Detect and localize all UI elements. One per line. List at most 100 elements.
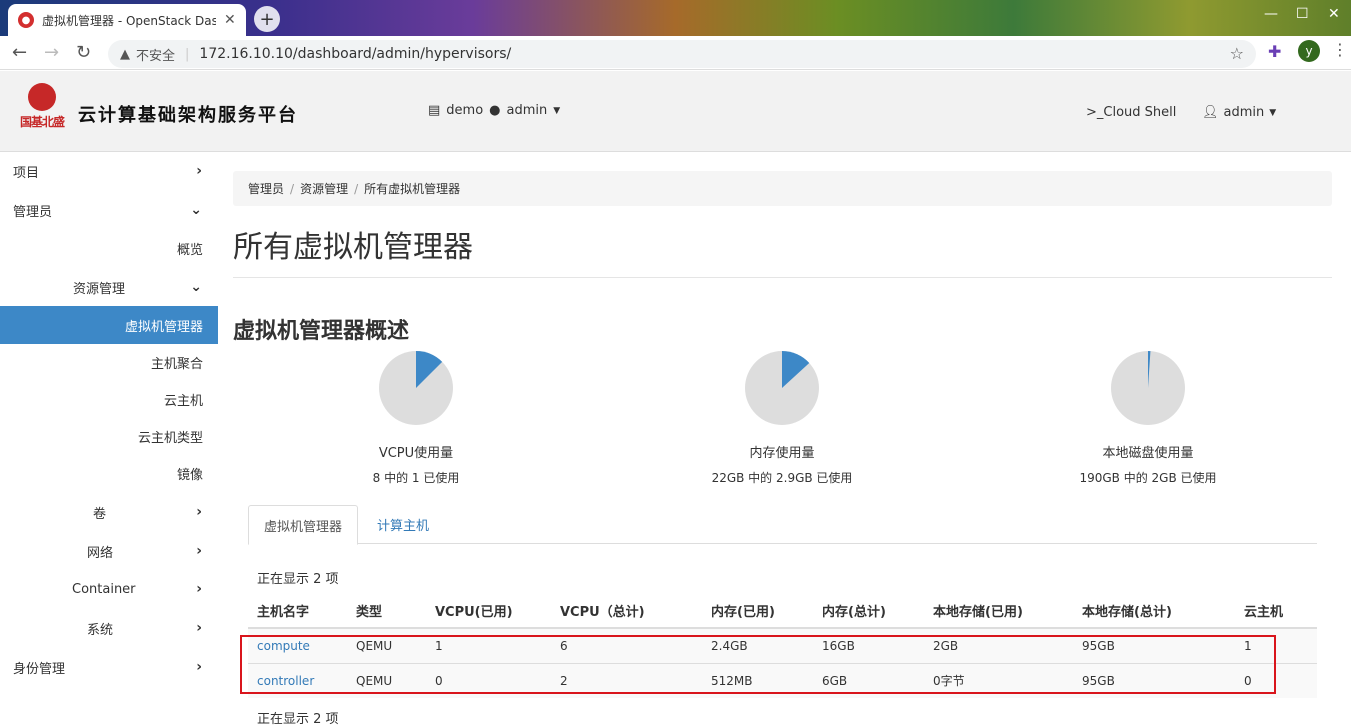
sidebar-item-instances[interactable]: 云主机 xyxy=(0,380,218,418)
breadcrumb-admin[interactable]: 管理员 xyxy=(248,180,284,197)
breadcrumb-separator: / xyxy=(290,181,295,196)
sidebar-item-network[interactable]: 网络 › xyxy=(0,532,218,570)
forward-arrow-icon[interactable]: → xyxy=(44,42,59,63)
disk-pie xyxy=(1111,351,1185,425)
browser-tab-title: 虚拟机管理器 - OpenStack Dashboard xyxy=(42,13,216,28)
security-label[interactable]: 不安全 xyxy=(136,45,175,64)
app-header: 国基北盛 云计算基础架构服务平台 ▤ demo ● admin ▼ >_Clou… xyxy=(0,71,1351,152)
title-divider xyxy=(233,277,1332,278)
pie-label: 本地磁盘使用量 xyxy=(1102,446,1194,461)
sidebar-item-volumes[interactable]: 卷 › xyxy=(0,493,218,531)
chevron-right-icon: › xyxy=(196,163,202,179)
warning-icon[interactable]: ▲ xyxy=(120,47,130,62)
address-bar: ← → ↻ ▲ 不安全 | 172.16.10.10/dashboard/adm… xyxy=(0,36,1351,70)
item-count-top: 正在显示 2 项 xyxy=(257,572,339,587)
url-field[interactable]: ▲ 不安全 | 172.16.10.10/dashboard/admin/hyp… xyxy=(108,40,1256,68)
sidebar-item-label: 项目 xyxy=(13,165,40,181)
sidebar-item-host-aggregates[interactable]: 主机聚合 xyxy=(0,343,218,381)
sidebar-item-identity[interactable]: 身份管理 › xyxy=(0,648,218,686)
column-header[interactable]: 主机名字 xyxy=(248,593,347,629)
column-header[interactable]: 内存(已用) xyxy=(702,593,813,629)
url-text[interactable]: 172.16.10.10/dashboard/admin/hypervisors… xyxy=(199,46,511,62)
caret-down-icon: ▼ xyxy=(1269,107,1277,118)
close-icon[interactable]: ✕ xyxy=(224,12,236,28)
breadcrumb: 管理员 / 资源管理 / 所有虚拟机管理器 xyxy=(233,171,1332,206)
sidebar-item-label: 资源管理 xyxy=(73,281,126,297)
project-switcher[interactable]: ▤ demo ● admin ▼ xyxy=(428,103,560,118)
region-dot-icon: ● xyxy=(489,103,501,118)
caret-down-icon: ▼ xyxy=(553,105,561,116)
sidebar-item-images[interactable]: 镜像 xyxy=(0,454,218,492)
profile-avatar[interactable]: y xyxy=(1298,40,1320,62)
breadcrumb-resource-management[interactable]: 资源管理 xyxy=(300,180,348,197)
new-tab-button[interactable]: + xyxy=(254,6,280,32)
tab-hypervisors[interactable]: 虚拟机管理器 xyxy=(248,505,359,545)
column-header[interactable]: VCPU(已用) xyxy=(426,593,551,629)
chevron-right-icon: › xyxy=(196,620,202,636)
column-header[interactable]: 云主机 xyxy=(1235,593,1317,629)
breadcrumb-current: 所有虚拟机管理器 xyxy=(364,182,461,196)
memory-usage-chart: 内存使用量 22GB 中的 2.9GB 已使用 xyxy=(672,350,892,486)
tab-compute-hosts[interactable]: 计算主机 xyxy=(362,505,444,544)
sidebar-item-container[interactable]: Container › xyxy=(0,570,218,608)
sidebar-item-label: 身份管理 xyxy=(13,661,66,677)
region-name: admin xyxy=(506,103,548,118)
chevron-down-icon: ⌄ xyxy=(190,279,202,295)
sidebar-item-label: 镜像 xyxy=(176,467,203,483)
omnibox-divider: | xyxy=(185,46,190,62)
sidebar-item-flavors[interactable]: 云主机类型 xyxy=(0,417,218,455)
sidebar-item-resource-management[interactable]: 资源管理 ⌄ xyxy=(0,268,218,306)
sidebar-item-overview[interactable]: 概览 xyxy=(0,229,218,267)
sidebar-item-label: 虚拟机管理器 xyxy=(124,319,203,335)
logo-emblem-icon xyxy=(28,83,56,111)
disk-usage-chart: 本地磁盘使用量 190GB 中的 2GB 已使用 xyxy=(1038,350,1258,486)
pie-label: 内存使用量 xyxy=(749,446,815,461)
chevron-right-icon: › xyxy=(196,581,202,597)
pie-detail: 22GB 中的 2.9GB 已使用 xyxy=(711,471,853,485)
cloud-shell-button[interactable]: >_Cloud Shell xyxy=(1086,105,1176,120)
column-header[interactable]: 内存(总计) xyxy=(813,593,924,629)
chevron-right-icon: › xyxy=(196,659,202,675)
user-menu[interactable]: 👤︎ admin ▼ xyxy=(1202,105,1276,120)
sidebar-item-label: 云主机类型 xyxy=(137,430,203,446)
pie-detail: 8 中的 1 已使用 xyxy=(372,471,460,485)
pie-detail: 190GB 中的 2GB 已使用 xyxy=(1079,471,1217,485)
sidebar-item-project[interactable]: 项目 › xyxy=(0,152,218,190)
column-header[interactable]: 本地存储(总计) xyxy=(1073,593,1235,629)
breadcrumb-separator: / xyxy=(354,181,359,196)
browser-tabstrip: ● 虚拟机管理器 - OpenStack Dashboard ✕ + — ☐ ✕ xyxy=(0,0,1351,36)
window-close-icon[interactable]: ✕ xyxy=(1328,6,1340,22)
back-arrow-icon[interactable]: ← xyxy=(12,42,27,63)
column-header[interactable]: 本地存储(已用) xyxy=(924,593,1073,629)
minimize-icon[interactable]: — xyxy=(1264,6,1278,22)
sidebar-item-hypervisors[interactable]: 虚拟机管理器 xyxy=(0,306,218,344)
item-count-bottom: 正在显示 2 项 xyxy=(257,712,339,727)
reload-icon[interactable]: ↻ xyxy=(76,42,91,63)
browser-menu-icon[interactable]: ⋮ xyxy=(1332,40,1348,59)
chevron-right-icon: › xyxy=(196,543,202,559)
logo-text: 国基北盛 xyxy=(19,115,65,129)
sidebar-item-label: 概览 xyxy=(176,242,203,258)
bookmark-star-icon[interactable]: ☆ xyxy=(1230,44,1244,63)
tab-bar: 虚拟机管理器 计算主机 xyxy=(248,505,1317,545)
pie-label: VCPU使用量 xyxy=(378,446,454,461)
maximize-icon[interactable]: ☐ xyxy=(1296,6,1309,22)
summary-title: 虚拟机管理器概述 xyxy=(233,319,410,344)
browser-tab[interactable]: ● 虚拟机管理器 - OpenStack Dashboard ✕ xyxy=(8,4,246,36)
chevron-down-icon: ⌄ xyxy=(190,202,202,218)
sidebar: 项目 › 管理员 ⌄ 概览 资源管理 ⌄ 虚拟机管理器 主机聚合 云主机 云主机… xyxy=(0,152,218,726)
extensions-puzzle-icon[interactable]: ✚ xyxy=(1268,42,1281,61)
table-header-row: 主机名字 类型 VCPU(已用) VCPU（总计) 内存(已用) 内存(总计) … xyxy=(248,593,1317,629)
sidebar-item-admin[interactable]: 管理员 ⌄ xyxy=(0,191,218,229)
vcpu-usage-chart: VCPU使用量 8 中的 1 已使用 xyxy=(306,350,526,486)
sidebar-item-label: 主机聚合 xyxy=(150,356,203,372)
column-header[interactable]: VCPU（总计) xyxy=(551,593,702,629)
column-header[interactable]: 类型 xyxy=(347,593,426,629)
page-title: 所有虚拟机管理器 xyxy=(233,230,473,265)
company-logo[interactable]: 国基北盛 xyxy=(14,83,70,135)
sidebar-item-system[interactable]: 系统 › xyxy=(0,609,218,647)
sidebar-item-label: Container xyxy=(72,581,136,597)
sidebar-item-label: 管理员 xyxy=(13,204,53,220)
project-icon: ▤ xyxy=(428,103,441,118)
sidebar-item-label: 卷 xyxy=(93,506,107,522)
